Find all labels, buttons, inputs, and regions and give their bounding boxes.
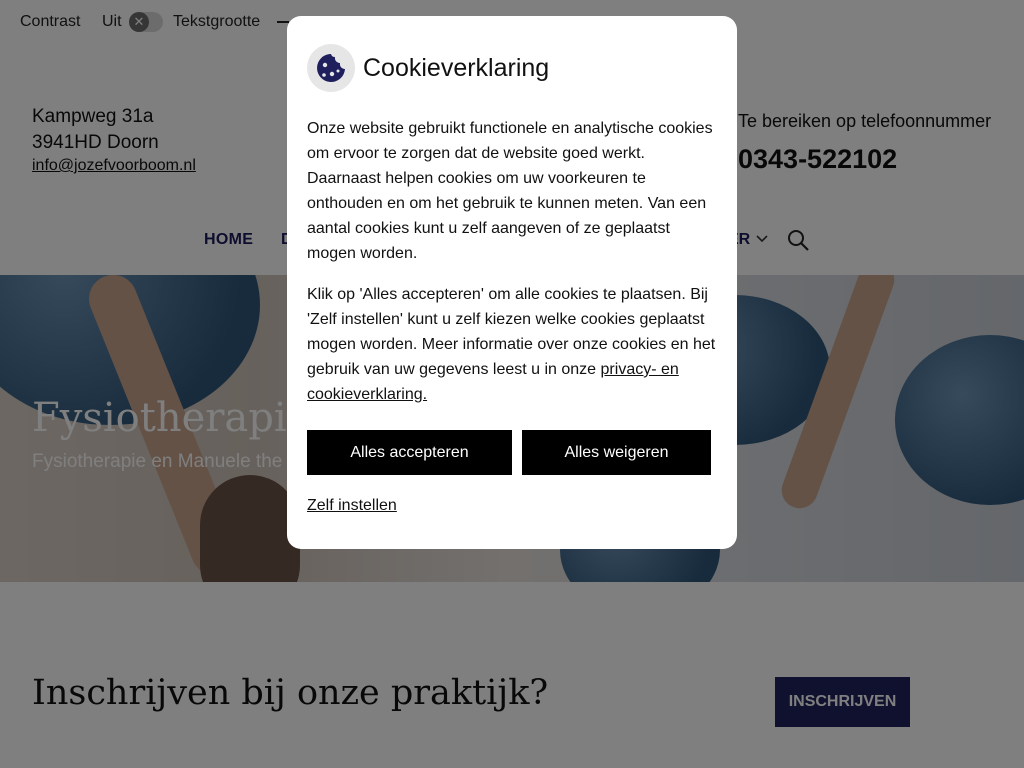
cookie-info-text: Klik op 'Alles accepteren' om alle cooki… <box>307 282 722 407</box>
cookie-dialog-title: Cookieverklaring <box>363 54 550 82</box>
cookie-logo <box>307 44 355 92</box>
cookie-dialog: Cookieverklaring Onze website gebruikt f… <box>287 16 737 549</box>
reject-all-button[interactable]: Alles weigeren <box>522 430 711 475</box>
cookie-intro-text: Onze website gebruikt functionele en ana… <box>307 120 713 262</box>
accept-all-button[interactable]: Alles accepteren <box>307 430 512 475</box>
cookie-icon <box>317 54 345 82</box>
custom-settings-link[interactable]: Zelf instellen <box>307 497 397 515</box>
